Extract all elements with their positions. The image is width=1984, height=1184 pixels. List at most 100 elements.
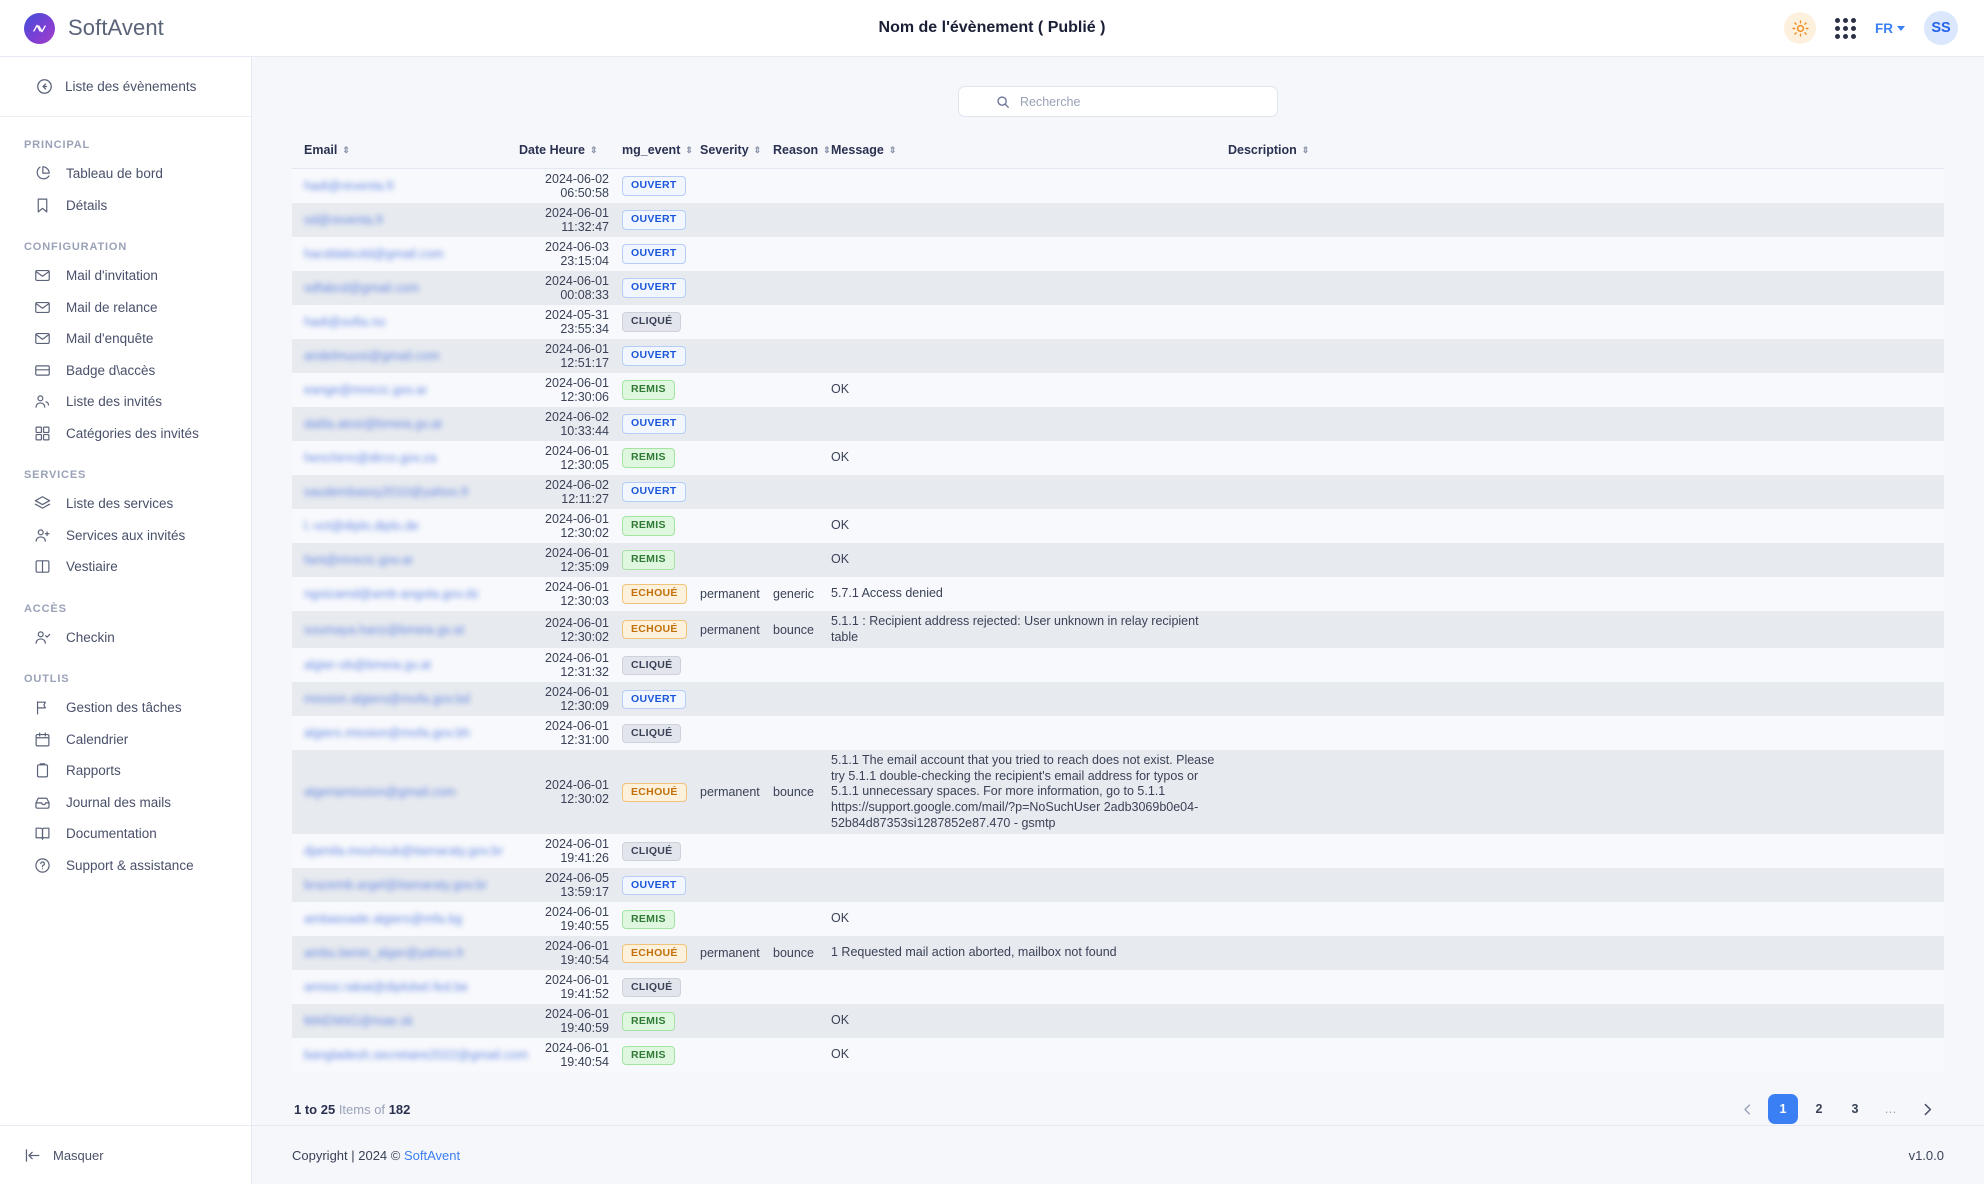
cell-mg-event: OUVERT bbox=[622, 868, 700, 902]
cell-severity bbox=[700, 543, 773, 577]
sidebar-item-liste-des-services[interactable]: Liste des services bbox=[0, 488, 251, 520]
cell-reason bbox=[773, 407, 823, 441]
sidebar-collapse-button[interactable]: Masquer bbox=[0, 1125, 251, 1184]
column-header-email[interactable]: Email ⇕ bbox=[292, 134, 502, 169]
table-row[interactable]: ambu.benin_alger@yahoo.fr 2024-06-01 19:4… bbox=[292, 936, 1944, 971]
pagination-next-button[interactable] bbox=[1912, 1094, 1942, 1124]
sidebar-item-mail-invitation[interactable]: Mail d'invitation bbox=[0, 260, 251, 292]
table-row[interactable]: algier-ob@bmeia.gv.at 2024-06-01 12:31:32… bbox=[292, 648, 1944, 683]
grid-apps-icon[interactable] bbox=[1835, 17, 1856, 39]
table-row[interactable]: algeriamission@gmail.com 2024-06-01 12:30… bbox=[292, 750, 1944, 835]
status-badge: OUVERT bbox=[622, 482, 686, 502]
table-row[interactable]: dalila.atosi@bmeia.gv.at 2024-06-02 10:33… bbox=[292, 407, 1944, 441]
table-row[interactable]: ngoizamd@amb-angola.gov.dz 2024-06-01 12:… bbox=[292, 577, 1944, 611]
table-row[interactable]: hacddabcdd@gmail.com 2024-06-03 23:15:04 O… bbox=[292, 237, 1944, 271]
cell-email[interactable]: brazemb.argel@itamaraty.gov.br bbox=[292, 868, 502, 902]
sidebar-item-vestiaire[interactable]: Vestiaire bbox=[0, 551, 251, 583]
sidebar-item-mail-relance[interactable]: Mail de relance bbox=[0, 292, 251, 324]
column-header-message[interactable]: Message ⇕ bbox=[823, 134, 1228, 169]
sidebar-item-calendrier[interactable]: Calendrier bbox=[0, 724, 251, 756]
pagination-prev-button[interactable] bbox=[1732, 1094, 1762, 1124]
table-row[interactable]: eange@mrecic.gov.ar 2024-06-01 12:30:06 RE… bbox=[292, 373, 1944, 407]
table-row[interactable]: mission.algiers@mofa.gov.bd 2024-06-01 12… bbox=[292, 682, 1944, 717]
sidebar-item-mail-enquete[interactable]: Mail d'enquête bbox=[0, 323, 251, 355]
back-to-events-list[interactable]: Liste des évènements bbox=[0, 57, 251, 117]
search-box[interactable] bbox=[958, 86, 1278, 117]
table-row[interactable]: sd@reventa.fr 2024-06-01 11:32:47 OUVERT bbox=[292, 203, 1944, 237]
table-row[interactable]: hadi@reventa.fr 2024-06-02 06:50:58 OUVERT bbox=[292, 168, 1944, 204]
cell-severity bbox=[700, 716, 773, 750]
cell-email[interactable]: algier-ob@bmeia.gv.at bbox=[292, 648, 502, 682]
sidebar-item-services-aux-invites[interactable]: Services aux invités bbox=[0, 520, 251, 552]
pagination-page-button[interactable]: 1 bbox=[1768, 1094, 1798, 1125]
column-header-date[interactable]: Date Heure ⇕ bbox=[502, 134, 622, 169]
cell-email[interactable]: algeriamission@gmail.com bbox=[292, 750, 502, 834]
user-avatar[interactable]: SS bbox=[1924, 11, 1958, 45]
table-row[interactable]: hadi@sofia.no 2024-05-31 23:55:34 CLIQUÉ bbox=[292, 305, 1944, 339]
sidebar-item-checkin[interactable]: Checkin bbox=[0, 622, 251, 654]
cell-email[interactable]: saudembassy2010@yahoo.fr bbox=[292, 475, 502, 509]
cell-email[interactable]: sd@reventa.fr bbox=[292, 203, 502, 237]
sidebar-item-rapports[interactable]: Rapports bbox=[0, 755, 251, 787]
cell-email[interactable]: ngoizamd@amb-angola.gov.dz bbox=[292, 577, 502, 611]
envelope-icon bbox=[35, 301, 50, 313]
table-row[interactable]: brazemb.argel@itamaraty.gov.br 2024-06-05… bbox=[292, 868, 1944, 903]
cell-severity bbox=[700, 902, 773, 936]
language-selector[interactable]: FR bbox=[1875, 21, 1905, 36]
cell-email[interactable]: fant@mrecic.gov.ar bbox=[292, 543, 502, 577]
table-row[interactable]: soumaya.hariz@bmeia.gv.at 2024-06-01 12:3… bbox=[292, 611, 1944, 649]
table-row[interactable]: ambassade.algiers@mfa.bg 2024-06-01 19:40… bbox=[292, 902, 1944, 937]
brand[interactable]: SoftAvent bbox=[0, 12, 252, 44]
sidebar-item-support-assistance[interactable]: Support & assistance bbox=[0, 850, 251, 882]
cell-email[interactable]: mission.algiers@mofa.gov.bd bbox=[292, 682, 502, 716]
footer-brand-link[interactable]: SoftAvent bbox=[404, 1148, 460, 1163]
cell-email[interactable]: l.-vct@diplo.diplo.de bbox=[292, 509, 502, 543]
theme-toggle-button[interactable] bbox=[1784, 12, 1816, 44]
cell-email[interactable]: hacddabcdd@gmail.com bbox=[292, 237, 502, 271]
cell-email[interactable]: MAENNG@mae.sk bbox=[292, 1004, 502, 1038]
cell-email[interactable]: hadi@reventa.fr bbox=[292, 169, 502, 204]
cell-email[interactable]: soumaya.hariz@bmeia.gv.at bbox=[292, 611, 502, 648]
table-row[interactable]: MAENNG@mae.sk 2024-06-01 19:40:59 REMIS OK bbox=[292, 1004, 1944, 1039]
cell-email[interactable]: dalila.atosi@bmeia.gv.at bbox=[292, 407, 502, 441]
cell-email[interactable]: algiers.mission@mofa.gov.bh bbox=[292, 716, 502, 750]
column-header-description[interactable]: Description ⇕ bbox=[1228, 134, 1944, 169]
pagination-page-button[interactable]: 3 bbox=[1840, 1094, 1870, 1124]
sidebar-item-journal-des-mails[interactable]: Journal des mails bbox=[0, 787, 251, 819]
pagination-page-button[interactable]: 2 bbox=[1804, 1094, 1834, 1124]
table-row[interactable]: fant@mrecic.gov.ar 2024-06-01 12:35:09 REM… bbox=[292, 543, 1944, 577]
nav-group-title-principal: PRINCIPAL bbox=[24, 139, 91, 151]
table-row[interactable]: bangladesh.secretaire2022@gmail.com 2024-… bbox=[292, 1038, 1944, 1073]
cell-email[interactable]: andelmuosi@gmail.com bbox=[292, 339, 502, 373]
column-header-mg-event[interactable]: mg_event ⇕ bbox=[622, 134, 700, 169]
column-header-reason[interactable]: Reason ⇕ bbox=[773, 134, 831, 169]
sidebar-item-gestion-des-taches[interactable]: Gestion des tâches bbox=[0, 692, 251, 724]
cell-email[interactable]: amissi.rabat@diplobel.fed.be bbox=[292, 970, 502, 1004]
table-row[interactable]: amissi.rabat@diplobel.fed.be 2024-06-01 1… bbox=[292, 970, 1944, 1005]
cell-email[interactable]: ambu.benin_alger@yahoo.fr bbox=[292, 936, 502, 970]
cell-email[interactable]: henchirm@dirco.gov.za bbox=[292, 441, 502, 475]
table-row[interactable]: sdfabcd@gmail.com 2024-06-01 00:08:33 OUVE… bbox=[292, 271, 1944, 305]
cell-email[interactable]: ambassade.algiers@mfa.bg bbox=[292, 902, 502, 936]
sidebar-item-details[interactable]: Détails bbox=[0, 190, 251, 222]
search-input[interactable] bbox=[1020, 94, 1264, 109]
table-row[interactable]: andelmuosi@gmail.com 2024-06-01 12:51:17 O… bbox=[292, 339, 1944, 373]
table-row[interactable]: l.-vct@diplo.diplo.de 2024-06-01 12:30:02… bbox=[292, 509, 1944, 543]
table-row[interactable]: saudembassy2010@yahoo.fr 2024-06-02 12:11… bbox=[292, 475, 1944, 509]
sidebar-item-badge-acces[interactable]: Badge d\accès bbox=[0, 355, 251, 387]
table-row[interactable]: algiers.mission@mofa.gov.bh 2024-06-01 12… bbox=[292, 716, 1944, 751]
cell-email[interactable]: bangladesh.secretaire2022@gmail.com bbox=[292, 1038, 528, 1072]
cell-email[interactable]: hadi@sofia.no bbox=[292, 305, 502, 339]
column-header-severity[interactable]: Severity ⇕ bbox=[700, 134, 773, 169]
cell-email[interactable]: djamila.mouhoub@itamaraty.gov.br bbox=[292, 834, 503, 868]
sidebar-item-categories-des-invites[interactable]: Catégories des invités bbox=[0, 418, 251, 450]
table-row[interactable]: djamila.mouhoub@itamaraty.gov.br 2024-06-… bbox=[292, 834, 1944, 869]
sidebar-item-documentation[interactable]: Documentation bbox=[0, 818, 251, 850]
column-label: Message bbox=[831, 143, 884, 157]
cell-email[interactable]: eange@mrecic.gov.ar bbox=[292, 373, 502, 407]
sidebar-item-liste-des-invites[interactable]: Liste des invités bbox=[0, 386, 251, 418]
status-badge: OUVERT bbox=[622, 176, 686, 196]
table-row[interactable]: henchirm@dirco.gov.za 2024-06-01 12:30:05… bbox=[292, 441, 1944, 475]
sidebar-item-tableau-de-bord[interactable]: Tableau de bord bbox=[0, 158, 251, 190]
cell-email[interactable]: sdfabcd@gmail.com bbox=[292, 271, 502, 305]
